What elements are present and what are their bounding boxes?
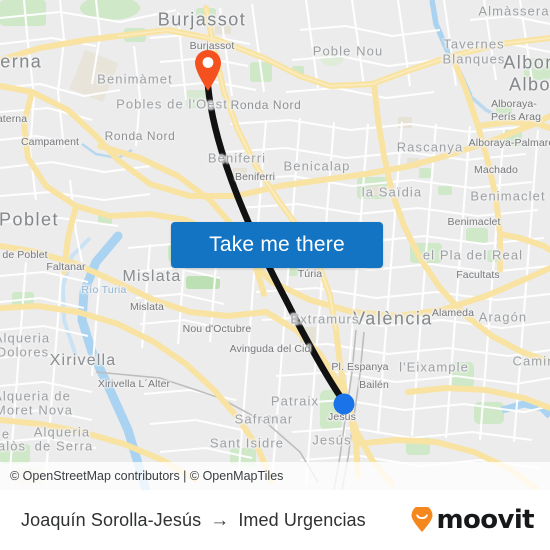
route-summary: Joaquín Sorolla-Jesús → Imed Urgencias — [0, 510, 366, 531]
destination-dot-icon[interactable] — [332, 392, 356, 416]
moovit-wordmark: moovit — [436, 505, 534, 535]
moovit-logo[interactable]: moovit — [410, 505, 535, 535]
take-me-there-button[interactable]: Take me there — [171, 222, 383, 268]
route-destination-label: Imed Urgencias — [238, 509, 366, 530]
origin-pin-icon[interactable] — [192, 48, 224, 92]
route-origin-label: Joaquín Sorolla-Jesús — [21, 509, 202, 530]
footer-bar: Joaquín Sorolla-Jesús → Imed Urgencias m… — [0, 490, 550, 550]
map-attribution: © OpenStreetMap contributors | © OpenMap… — [0, 462, 550, 490]
moovit-pin-icon — [411, 507, 433, 532]
app-root: Burjassot Almàssera Poble Nou Tavernes Blanq… — [0, 0, 550, 550]
arrow-right-icon: → — [210, 509, 230, 531]
attribution-text: © OpenStreetMap contributors | © OpenMap… — [10, 469, 284, 483]
